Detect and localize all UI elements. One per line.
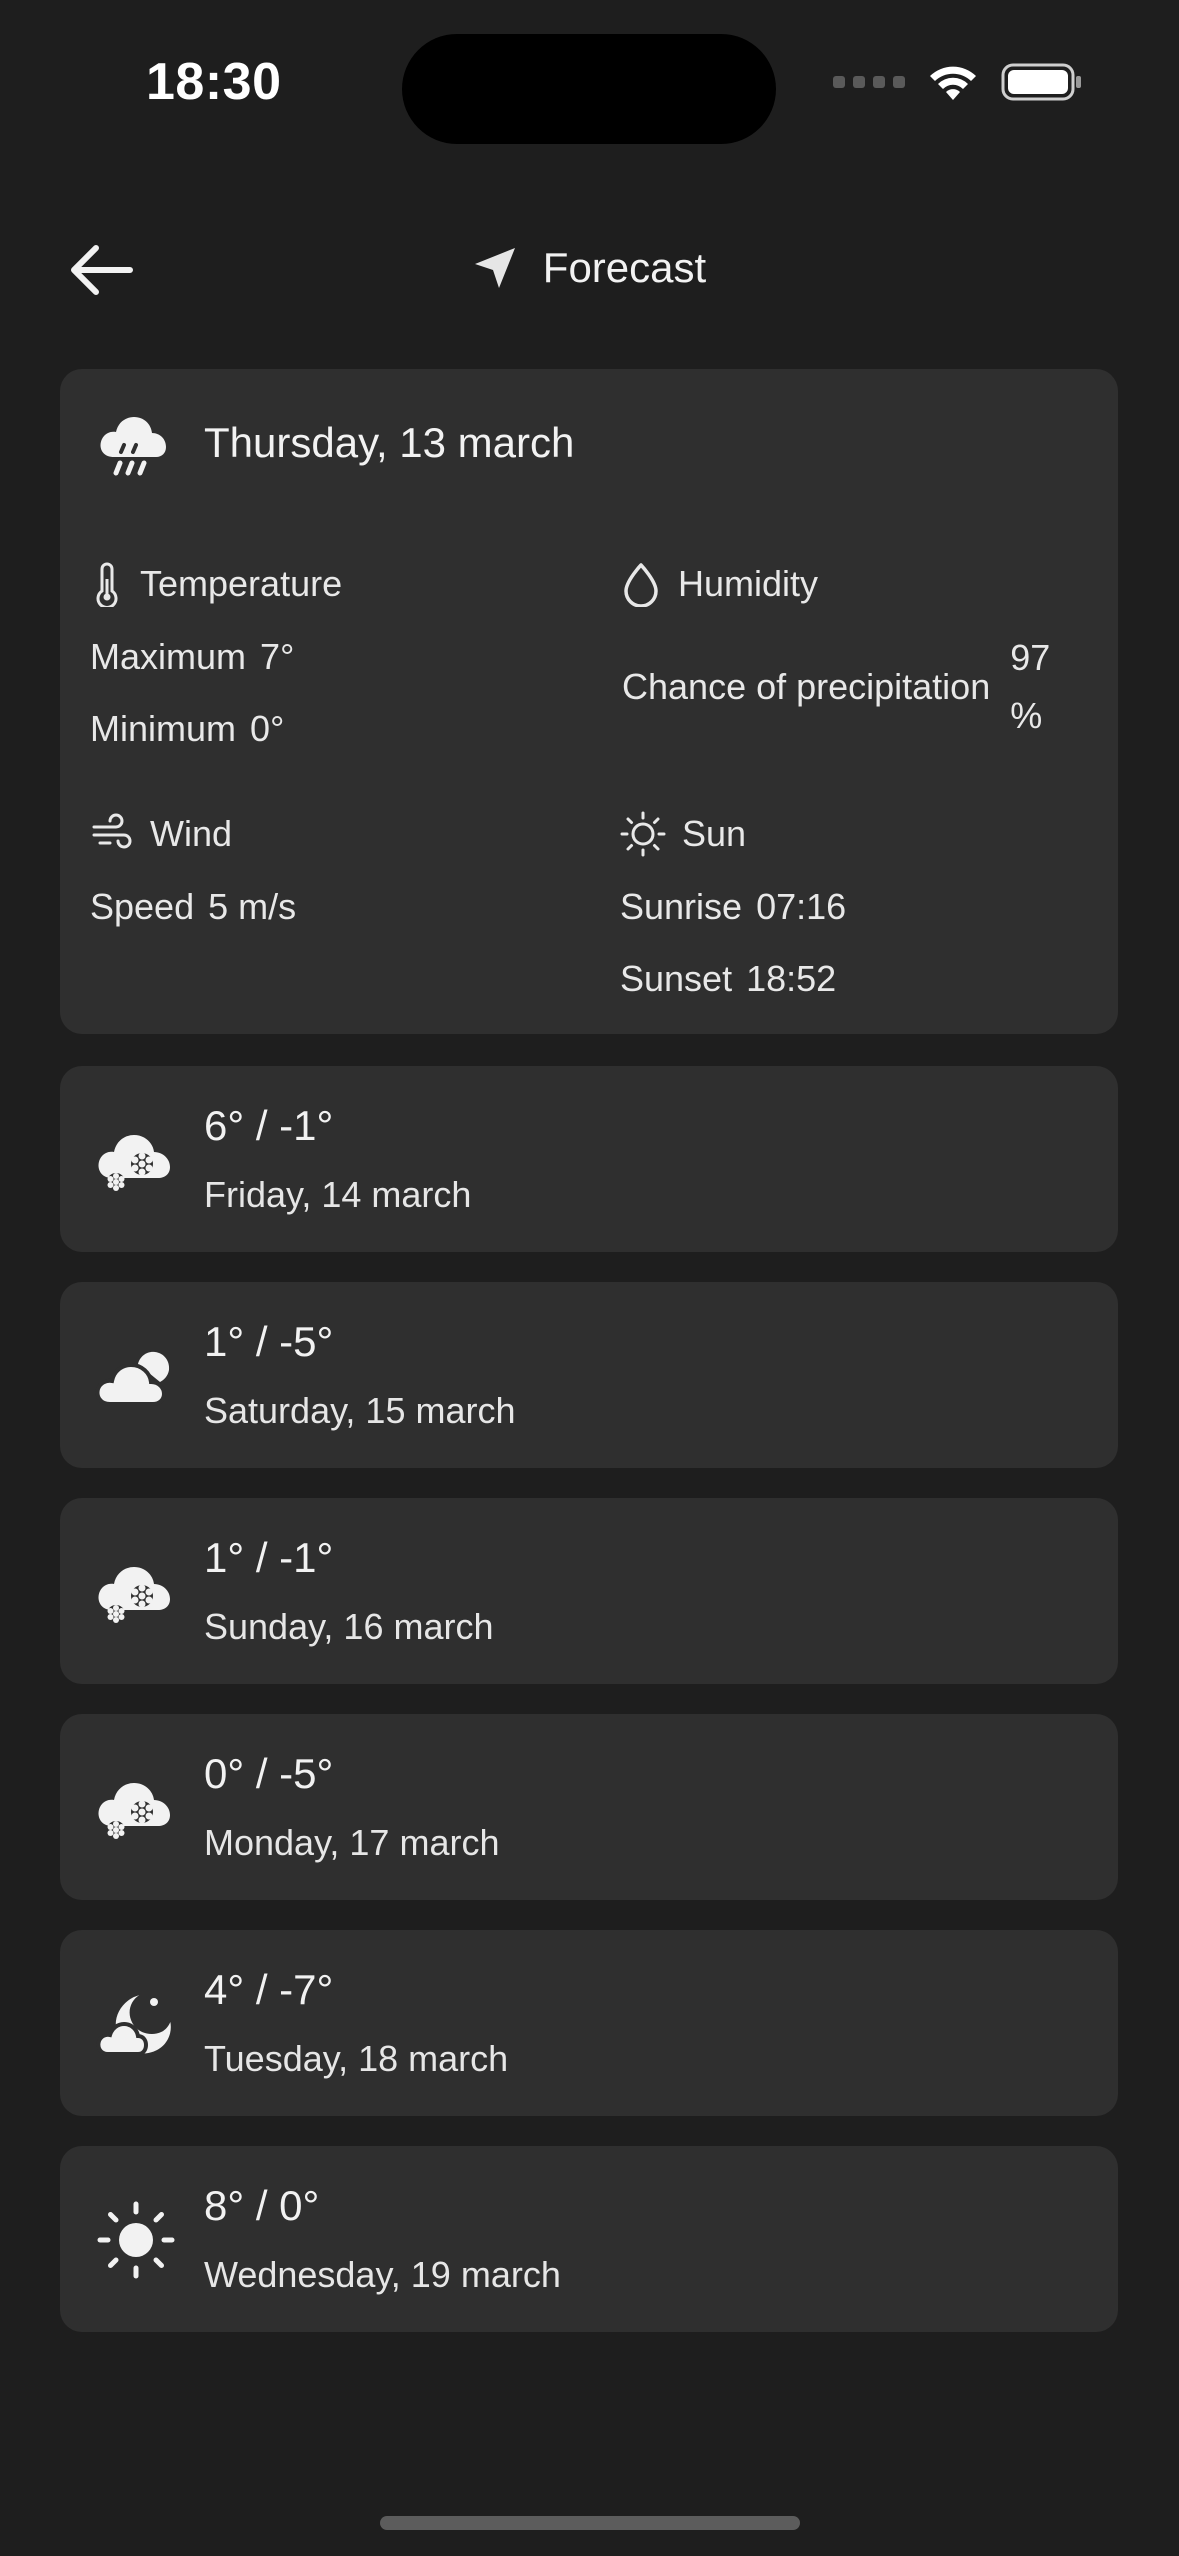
day-temperature: 4° / -7° [204,1966,334,2013]
header-title-group: Forecast [0,244,1179,292]
sunset-row: Sunset 18:52 [620,943,846,1015]
humidity-section: Humidity Chance of precipitation 97 % [620,559,1090,745]
forecast-day-card[interactable]: 8° / 0° Wednesday, 19 march [60,2146,1118,2332]
today-card[interactable]: Thursday, 13 march Temperature Maximum 7°… [60,369,1118,1034]
precipitation-label: Chance of precipitation [622,666,991,707]
humidity-title: Humidity [678,563,819,604]
dynamic-island [402,34,776,144]
sun-outline-icon [620,811,666,857]
maximum-value: 7° [260,636,295,677]
cloud-snow-icon [98,1783,170,1839]
wind-speed-value: 5 m/s [208,886,297,927]
wifi-icon [927,62,979,102]
wind-icon [92,813,132,849]
precipitation-row: Chance of precipitation 97 % [620,629,1090,745]
maximum-row: Maximum 7° [90,621,342,693]
home-indicator[interactable] [380,2516,800,2530]
day-temperature: 8° / 0° [204,2182,320,2229]
sunrise-label: Sunrise [620,886,743,927]
today-header: Thursday, 13 march [94,405,574,481]
status-icons [833,62,1083,102]
day-date: Wednesday, 19 march [204,2254,561,2295]
sunrise-value: 07:16 [756,886,847,927]
wind-section: Wind Speed 5 m/s [90,809,296,943]
day-temperature: 6° / -1° [204,1102,334,1149]
sun-icon [97,2201,175,2279]
temperature-title: Temperature [140,563,343,604]
thermometer-icon [96,562,118,607]
signal-dots-icon [833,76,905,88]
navigation-arrow-icon [474,248,515,288]
minimum-label: Minimum [90,708,237,749]
sunset-value: 18:52 [746,958,837,999]
sunrise-row: Sunrise 07:16 [620,871,846,943]
moon-cloud-icon [96,1995,171,2056]
sunset-label: Sunset [620,958,733,999]
cloud-snow-icon [98,1567,170,1623]
wind-speed-label: Speed [90,886,195,927]
status-time: 18:30 [146,53,282,111]
temperature-section: Temperature Maximum 7° Minimum 0° [90,559,342,765]
minimum-row: Minimum 0° [90,693,342,765]
forecast-day-card[interactable]: 6° / -1° Friday, 14 march [60,1066,1118,1252]
forecast-day-card[interactable]: 1° / -5° Saturday, 15 march [60,1282,1118,1468]
forecast-day-card[interactable]: 4° / -7° Tuesday, 18 march [60,1930,1118,2116]
maximum-label: Maximum [90,636,247,677]
cloud-snow-icon [98,1135,170,1191]
day-temperature: 0° / -5° [204,1750,334,1797]
forecast-day-card[interactable]: 0° / -5° Monday, 17 march [60,1714,1118,1900]
sun-section: Sun Sunrise 07:16 Sunset 18:52 [620,809,846,1015]
wind-title: Wind [150,813,233,854]
wind-speed-row: Speed 5 m/s [90,871,296,943]
forecast-day-card[interactable]: 1° / -1° Sunday, 16 march [60,1498,1118,1684]
cloudy-icon [95,1351,170,1406]
day-date: Friday, 14 march [204,1174,472,1215]
status-bar: 18:30 [0,0,1179,170]
day-date: Saturday, 15 march [204,1390,516,1431]
page-title: Forecast [542,244,707,291]
day-date: Tuesday, 18 march [204,2038,509,2079]
cloud-rain-icon [100,417,166,476]
day-date: Monday, 17 march [204,1822,500,1863]
day-date: Sunday, 16 march [204,1606,494,1647]
battery-icon [1001,62,1083,102]
day-temperature: 1° / -1° [204,1534,334,1581]
day-temperature: 1° / -5° [204,1318,334,1365]
precipitation-value: 97 % [1010,637,1051,736]
minimum-value: 0° [250,708,285,749]
sun-title: Sun [682,813,747,854]
header: Forecast [0,220,1179,320]
today-date: Thursday, 13 march [204,419,575,466]
droplet-icon [624,563,658,607]
